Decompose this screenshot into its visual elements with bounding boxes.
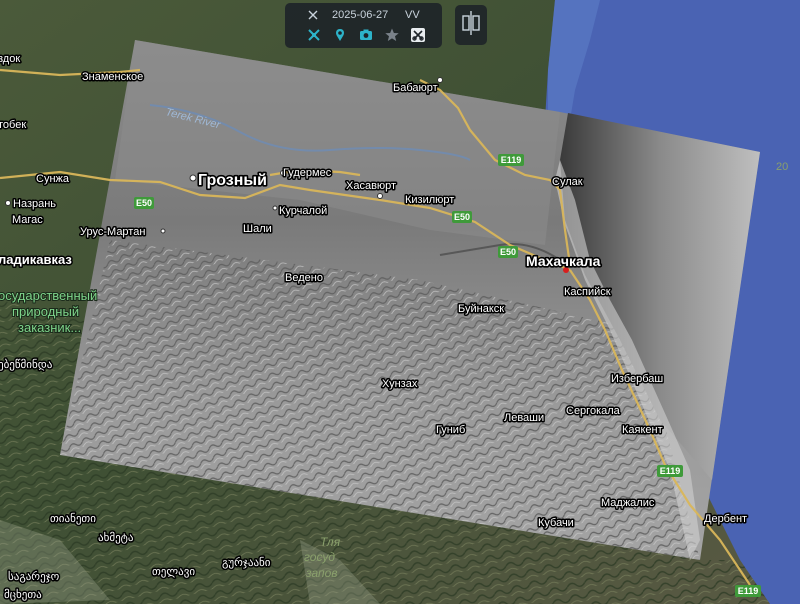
label-reserve-1: осударственный — [0, 288, 97, 303]
label-tlya: Тля — [320, 535, 341, 549]
location-pin-icon[interactable] — [329, 25, 351, 45]
label-khasavyurt: Хасавюрт — [346, 180, 396, 192]
label-kubachi: Кубачи — [538, 517, 574, 529]
label-reserve-3: заказник... — [18, 320, 81, 335]
label-akhmeta: ახმეტა — [98, 531, 134, 544]
label-zdok: здок — [0, 53, 20, 65]
label-magas: Магас — [12, 214, 43, 226]
label-reserve-2: природный — [12, 304, 79, 319]
label-sulak: Сулак — [552, 176, 583, 188]
toolbar-icon-row — [289, 25, 438, 46]
label-sunzha: Сунжа — [36, 173, 70, 185]
svg-text:E119: E119 — [660, 466, 681, 476]
label-kurchaloy: Курчалой — [279, 205, 327, 217]
svg-text:E50: E50 — [500, 247, 516, 257]
label-vladikavkaz: ладикавказ — [0, 252, 72, 267]
label-sagarejo: საგარეჯო — [8, 570, 60, 583]
label-kaspiysk: Каспийск — [564, 286, 611, 298]
label-vedeno: Ведено — [285, 272, 323, 284]
camera-icon[interactable] — [355, 25, 377, 45]
label-zapov: запов — [305, 566, 338, 580]
scissors-icon[interactable] — [407, 25, 429, 45]
road-shield-e119-b: E119 — [657, 465, 683, 477]
road-shield-e119-a: E119 — [498, 154, 524, 166]
label-urus-martan: Урус-Мартан — [80, 226, 145, 238]
satellite-icon[interactable] — [303, 25, 325, 45]
label-kayakent: Каякент — [622, 424, 663, 436]
label-levashi: Леваши — [504, 412, 544, 424]
polarization-label[interactable]: VV — [405, 9, 420, 21]
label-gosud: госуд — [304, 550, 335, 564]
label-khunzakh: Хунзах — [382, 378, 418, 390]
imagery-toolbar: 2025-06-27 VV — [285, 3, 442, 48]
label-znamenskoe: Знаменское — [82, 71, 143, 83]
label-nazran: Назрань — [13, 198, 56, 210]
svg-text:E119: E119 — [738, 586, 759, 596]
split-view-button[interactable] — [455, 5, 487, 45]
date-label[interactable]: 2025-06-27 — [332, 9, 388, 21]
label-grozny: Грозный — [198, 172, 267, 189]
crosshair-icon[interactable] — [307, 9, 319, 24]
label-makhachkala: Махачкала — [526, 253, 601, 269]
label-madzhalis: Маджалис — [601, 497, 655, 509]
star-icon[interactable] — [381, 25, 403, 45]
label-gurjaani: გურჯაანი — [222, 556, 271, 569]
label-babayurt: Бабаюрт — [393, 82, 438, 94]
label-shali: Шали — [243, 223, 272, 235]
label-buynaksk: Буйнакск — [458, 303, 504, 315]
label-derbent: Дербент — [704, 513, 747, 525]
label-sergokala: Сергокала — [566, 405, 621, 417]
label-gudermes: Гудермес — [283, 167, 332, 179]
toolbar-info-row: 2025-06-27 VV — [285, 7, 442, 23]
svg-text:E119: E119 — [501, 155, 522, 165]
label-twenty: 20 — [776, 161, 788, 173]
road-shield-e50-c: E50 — [134, 197, 154, 209]
label-telavi: თელავი — [152, 566, 195, 578]
label-ge-bottom: მცხეთა — [4, 588, 42, 601]
map-view[interactable]: E119 E50 E50 E50 E119 E119 здок Знаменск… — [0, 0, 800, 604]
road-shield-e119-c: E119 — [735, 585, 761, 597]
label-tianeti: თიანეთი — [50, 512, 96, 525]
svg-text:E50: E50 — [136, 198, 152, 208]
label-izberbash: Избербаш — [611, 373, 663, 385]
road-shield-e50-b: E50 — [498, 246, 518, 258]
road-shield-e50-a: E50 — [452, 211, 472, 223]
label-ge-1: ებეწმინდა — [0, 358, 53, 371]
label-gunib: Гуниб — [436, 424, 465, 436]
split-view-icon — [460, 9, 482, 42]
svg-text:E50: E50 — [454, 212, 470, 222]
label-kizilyurt: Кизилюрт — [405, 194, 454, 206]
label-tobek: тобек — [0, 119, 26, 131]
